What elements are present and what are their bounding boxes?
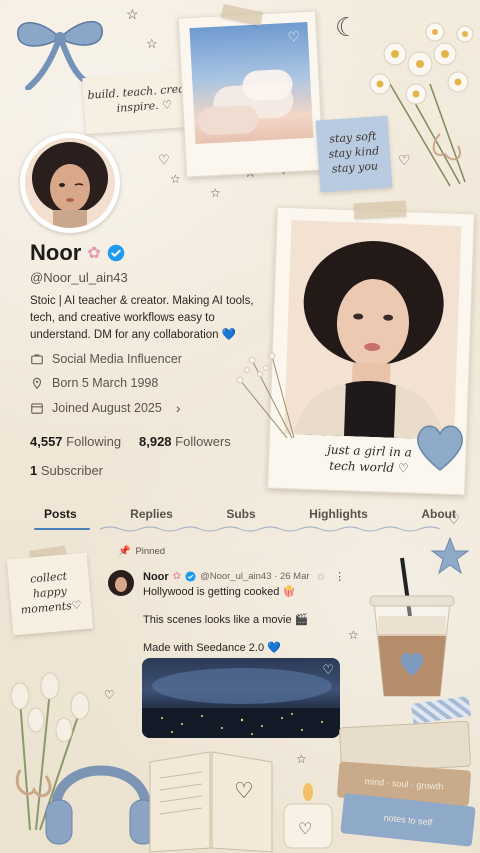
calendar-icon [31, 403, 43, 414]
star-doodle-icon: ☆ [170, 172, 181, 186]
avatar[interactable] [20, 133, 120, 233]
category-row: Social Media Influencer [30, 352, 182, 366]
briefcase-icon [31, 354, 43, 365]
stay-soft-note: stay soft stay kind stay you [315, 115, 393, 193]
iced-coffee-decoration [369, 557, 455, 697]
post-avatar[interactable] [108, 570, 134, 596]
wavy-divider [99, 526, 441, 532]
verified-badge-icon [185, 571, 196, 582]
heart-doodle-icon: ♡ [158, 152, 170, 167]
tab-subs[interactable]: Subs [222, 507, 259, 521]
tape-strip [353, 200, 407, 220]
followers-label: Followers [175, 434, 231, 449]
sky-photo: ♡ [189, 21, 314, 144]
pin-icon: 📌 [118, 546, 131, 557]
star-doodle-icon: ☆ [210, 186, 221, 200]
avatar-portrait [25, 138, 115, 228]
book-title: notes to self [383, 812, 433, 828]
portrait-photo [284, 220, 462, 440]
profile-bio: Stoic | AI teacher & creator. Making AI … [30, 295, 254, 341]
born-label: Born 5 March 1998 [52, 376, 159, 390]
following-count: 4,557 [30, 434, 63, 449]
book-title: mind · soul · growth [364, 776, 444, 792]
star-doodle-icon: ☆ [126, 6, 139, 22]
more-options-icon[interactable]: ⋮ [334, 570, 345, 583]
sky-polaroid: ♡ [177, 10, 325, 178]
heart-doodle-icon: ♡ [448, 512, 460, 527]
location-pin-icon [32, 377, 42, 390]
star-doodle-icon: ☆ [146, 36, 158, 51]
blue-heart-decoration [417, 425, 463, 471]
subscriber-stat[interactable]: 1 Subscriber [30, 463, 103, 478]
headphones-decoration [45, 765, 157, 845]
followers-count: 8,928 [139, 434, 172, 449]
blue-star-decoration [430, 536, 470, 575]
star-doodle-icon: ☆ [296, 752, 307, 766]
pinned-label: Pinned [135, 546, 166, 557]
profile-handle: @Noor_ul_ain43 [30, 270, 128, 285]
tab-replies[interactable]: Replies [126, 507, 177, 521]
joined-label: Joined August 2025 [52, 401, 162, 415]
heart-icon: ♡ [322, 662, 334, 677]
following-stat[interactable]: 4,557 Following [30, 434, 121, 449]
post-header: Noor ✿ @Noor_ul_ain43 · 26 Mar ◌ ⋮ [143, 570, 345, 584]
post-media-image[interactable]: ♡ [142, 658, 340, 738]
chevron-right-icon: › [175, 400, 181, 416]
post-line-2: This scenes looks like a movie 🎬 [143, 614, 309, 626]
verified-badge-icon [107, 244, 124, 262]
svg-text:♡: ♡ [234, 779, 254, 804]
profile-tabs: Posts Replies Subs Highlights About [40, 507, 460, 521]
collect-moments-note: collect happy moments♡ [6, 552, 94, 636]
candle-decoration: ♡ [283, 783, 333, 849]
post-line-1: Hollywood is getting cooked 🍿 [143, 586, 297, 598]
subscriber-label: Subscriber [40, 463, 103, 478]
joined-row[interactable]: Joined August 2025 › [30, 400, 181, 416]
tab-highlights[interactable]: Highlights [305, 507, 372, 521]
star-doodle-icon: ☆ [348, 628, 359, 642]
profile-name: Noor [30, 240, 82, 265]
pinned-indicator: 📌 Pinned [118, 546, 165, 557]
svg-text:♡: ♡ [298, 819, 312, 838]
category-label: Social Media Influencer [52, 352, 182, 366]
open-book-decoration: ♡ [149, 751, 273, 853]
babys-breath-decoration [236, 352, 295, 439]
post-author-name[interactable]: Noor [143, 571, 169, 583]
subscriber-count: 1 [30, 463, 38, 478]
born-row: Born 5 March 1998 [30, 376, 158, 390]
grok-icon[interactable]: ◌ [318, 571, 325, 583]
post-line-3: Made with Seedance 2.0 💙 [143, 642, 281, 654]
post-handle-date: @Noor_ul_ain43 · 26 Mar [200, 571, 310, 582]
followers-stat[interactable]: 8,928 Followers [139, 434, 231, 449]
flower-icon: ✿ [87, 245, 101, 262]
flower-icon: ✿ [172, 571, 182, 582]
profile-name-row: Noor ✿ [30, 240, 125, 266]
tab-posts[interactable]: Posts [40, 507, 81, 521]
heart-doodle-icon: ♡ [104, 688, 115, 702]
following-label: Following [66, 434, 122, 449]
